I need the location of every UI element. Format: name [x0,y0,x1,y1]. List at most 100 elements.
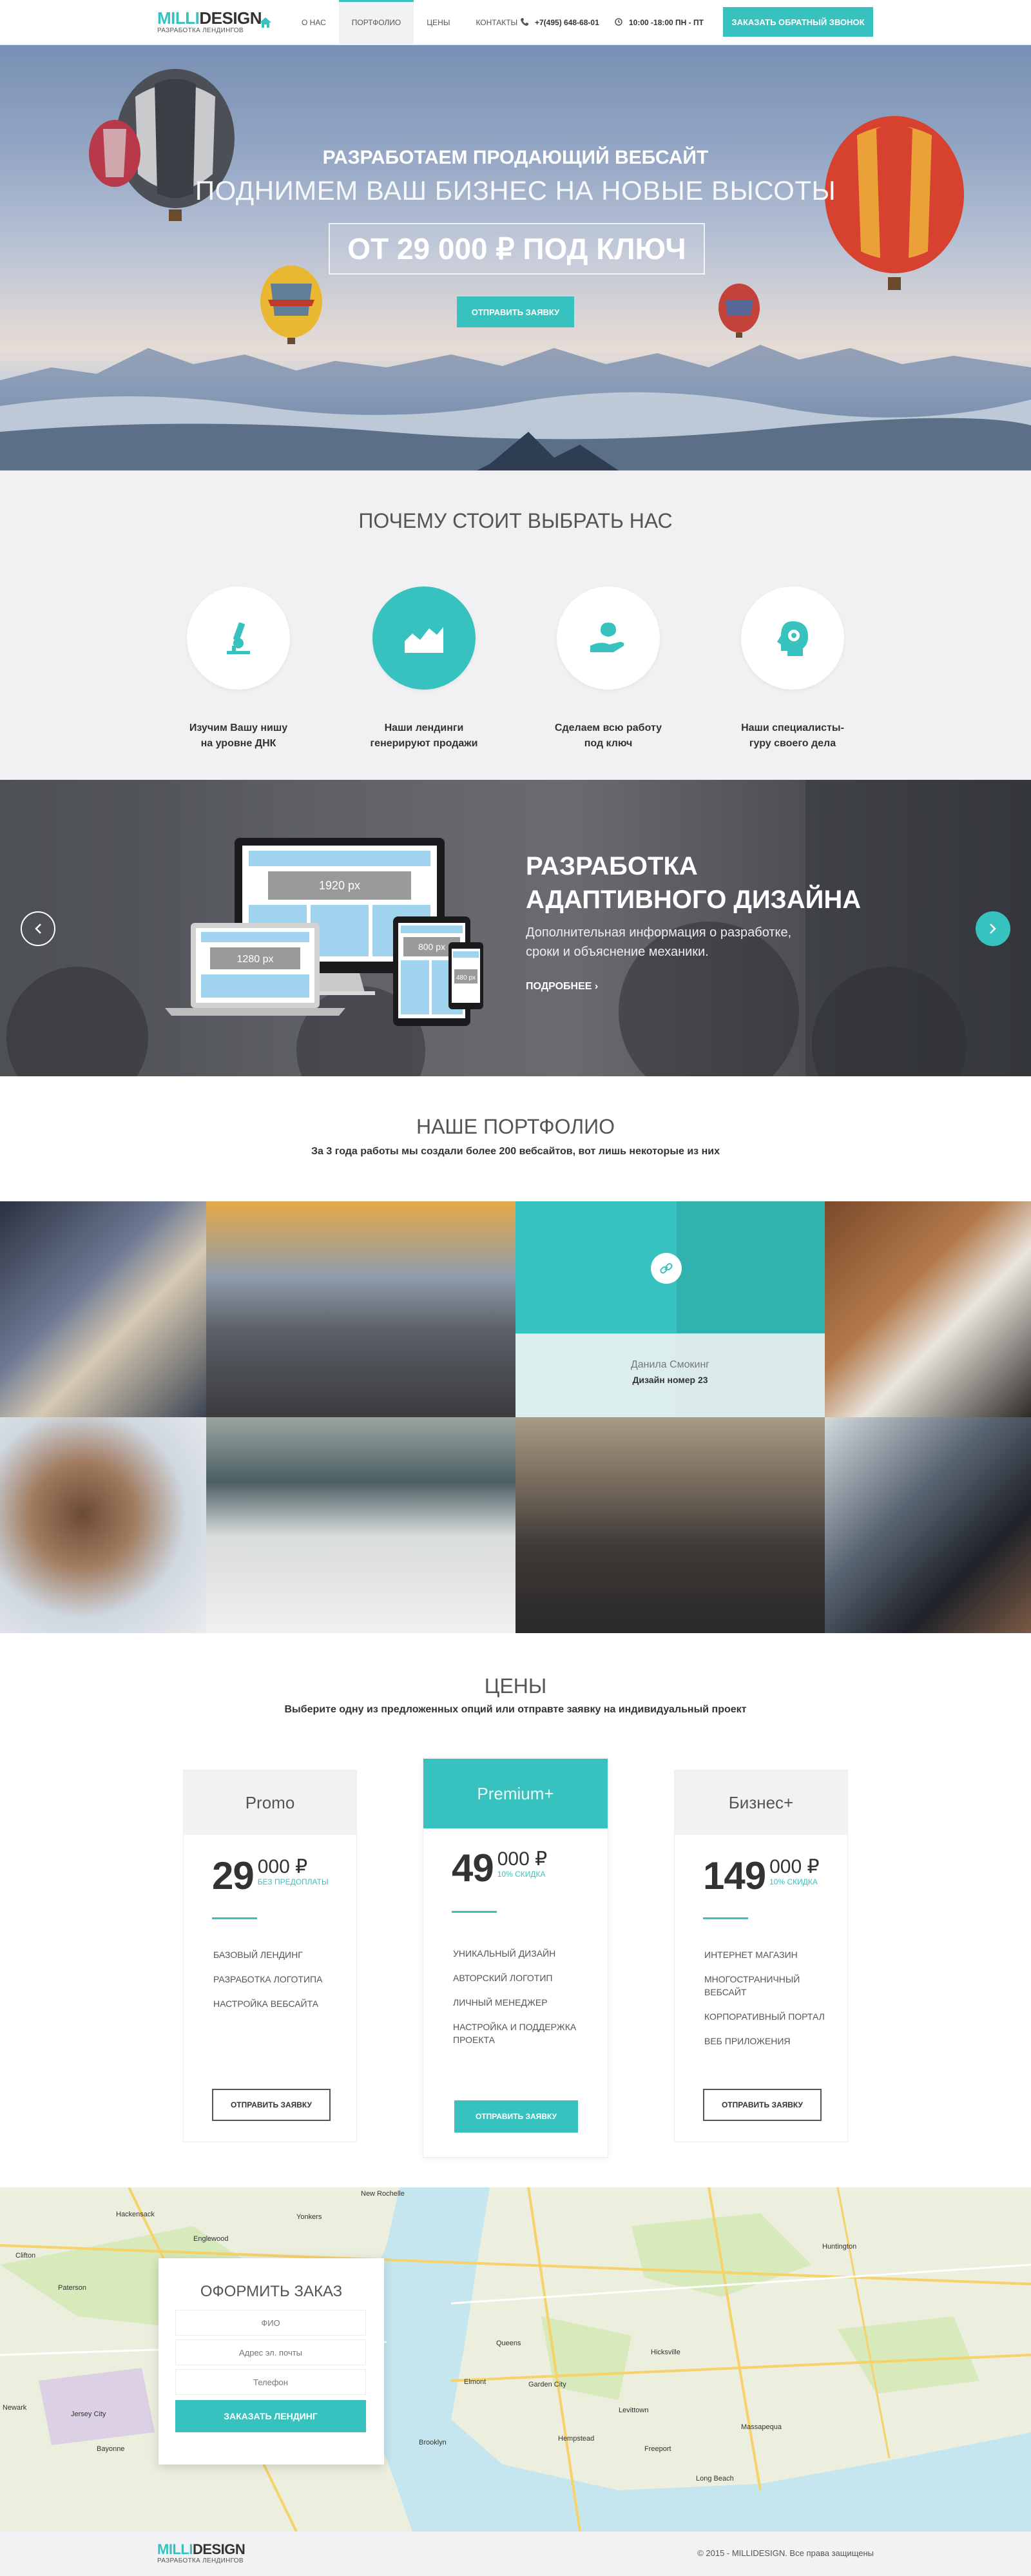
portfolio-tile[interactable] [206,1201,516,1417]
map-label: Long Beach [696,2475,734,2483]
pricing-subtitle: Выберите одну из предложенных опций или … [284,1704,747,1715]
price-thousands: 000 ₽ [257,1856,308,1877]
map-section[interactable]: New Rochelle Hackensack Clifton Englewoo… [0,2187,1031,2532]
feature-list: УНИКАЛЬНЫЙ ДИЗАЙН АВТОРСКИЙ ЛОГОТИП ЛИЧН… [453,1947,576,2058]
feature-list-item: ЛИЧНЫЙ МЕНЕДЖЕР [453,1997,548,2008]
price-divider [703,1917,748,1919]
slide-more-label: ПОДРОБНЕЕ [526,981,592,992]
price-thousands: 000 ₽ [497,1848,548,1870]
portfolio-tile[interactable] [206,1417,516,1633]
tile-caption-overlay: Данила Смокинг Дизайн номер 23 [516,1333,825,1417]
why-us-title: ПОЧЕМУ СТОИТ ВЫБРАТЬ НАС [358,509,673,532]
why-us-section: ПОЧЕМУ СТОИТ ВЫБРАТЬ НАС Изучим Вашу ниш… [0,470,1031,780]
slider-prev-button[interactable] [21,911,55,946]
copyright-text: © 2015 - MILLIDESIGN. Все права защищены [697,2548,874,2558]
logo[interactable]: MILLIDESIGN РАЗРАБОТКА ЛЕНДИНГОВ [157,9,262,34]
price-note: 10% СКИДКА [769,1877,818,1886]
callback-button[interactable]: ЗАКАЗАТЬ ОБРАТНЫЙ ЗВОНОК [723,7,873,37]
chevron-right-icon: › [594,981,599,992]
hero-submit-button[interactable]: ОТПРАВИТЬ ЗАЯВКУ [457,296,574,327]
map-label: Massapequa [741,2423,782,2431]
phone-contact[interactable]: +7(495) 648-68-01 [521,0,599,45]
work-hours: 10:00 -18:00 ПН - ПТ [615,0,704,45]
hero-price-box: ОТ 29 000 ₽ ПОД КЛЮЧ [329,223,705,275]
page: MILLIDESIGN РАЗРАБОТКА ЛЕНДИНГОВ О НАС П… [0,0,1031,2576]
card-title: Premium+ [423,1759,608,1828]
map-label: Queens [496,2339,521,2347]
price-card-premium: Premium+ 49 000 ₽10% СКИДКА УНИКАЛЬНЫЙ Д… [423,1758,608,2158]
microscope-icon [187,586,290,690]
phone-number: +7(495) 648-68-01 [535,18,599,27]
map-background [0,2187,1031,2532]
portfolio-tile[interactable] [825,1417,1031,1633]
nav-item-portfolio[interactable]: ПОРТФОЛИО [338,0,414,45]
card-price: 29 000 ₽ БЕЗ ПРЕДОПЛАТЫ [212,1857,329,1895]
feature-list-item: МНОГОСТРАНИЧНЫЙ ВЕБСАЙТ [704,1974,800,1997]
map-label: Yonkers [296,2213,322,2221]
feature-item: Наши лендинги генерируют продажи [353,586,495,751]
phone-icon [521,17,528,28]
price-note: 10% СКИДКА [497,1870,546,1879]
logo-part-b: DESIGN [199,8,262,28]
feature-list-item: БАЗОВЫЙ ЛЕНДИНГ [213,1950,303,1960]
chevron-left-icon [35,924,41,934]
main-nav: О НАС ПОРТФОЛИО ЦЕНЫ КОНТАКТЫ [258,0,530,45]
responsive-devices-illustration: 1920 px 1280 px 800 px 480 px [165,838,483,1026]
portfolio-title: НАШЕ ПОРТФОЛИО [416,1115,615,1138]
email-field[interactable] [175,2339,366,2365]
home-icon[interactable] [258,15,273,30]
slide-description: Дополнительная информация о разработке, … [526,925,792,959]
logo-tagline: РАЗРАБОТКА ЛЕНДИНГОВ [157,27,244,34]
map-label: Newark [3,2404,27,2412]
card-title: Бизнес+ [675,1770,847,1835]
portfolio-tile[interactable] [516,1417,825,1633]
feature-list-item: НАСТРОЙКА И ПОДДЕРЖКА ПРОЕКТА [453,2022,577,2045]
logo-part-b: DESIGN [192,2541,246,2557]
price-note: БЕЗ ПРЕДОПЛАТЫ [257,1877,329,1886]
feature-list-item: АВТОРСКИЙ ЛОГОТИП [453,1973,553,1983]
balloon-small-center [260,266,322,344]
slider-overlay [0,780,1031,1076]
price-card-promo: Promo 29 000 ₽ БЕЗ ПРЕДОПЛАТЫ БАЗОВЫЙ ЛЕН… [183,1770,357,2142]
head-gear-icon [741,586,844,690]
screen-size-label: 1280 px [237,954,274,965]
price-amount: 29 [212,1854,255,1897]
clock-icon [615,17,622,28]
card-submit-button[interactable]: ОТПРАВИТЬ ЗАЯВКУ [454,2100,578,2133]
card-submit-button[interactable]: ОТПРАВИТЬ ЗАЯВКУ [703,2089,822,2121]
portfolio-subtitle: За 3 года работы мы создали более 200 ве… [311,1146,720,1157]
feature-text: Сделаем всю работу под ключ [554,722,662,749]
portfolio-tile-hovered[interactable]: Данила Смокинг Дизайн номер 23 [516,1201,825,1417]
card-price: 49 000 ₽10% СКИДКА [452,1849,547,1888]
feature-list-item: ИНТЕРНЕТ МАГАЗИН [704,1950,798,1960]
price-thousands: 000 ₽ [769,1856,820,1877]
footer-logo[interactable]: MILLIDESIGN РАЗРАБОТКА ЛЕНДИНГОВ [157,2541,246,2565]
screen-size-label: 1920 px [319,879,360,892]
nav-item-about[interactable]: О НАС [289,0,339,45]
tile-author: Данила Смокинг [630,1359,710,1370]
hero-section: РАЗРАБОТАЕМ ПРОДАЮЩИЙ ВЕБСАЙТ ПОДНИМЕМ В… [0,45,1031,470]
card-submit-button[interactable]: ОТПРАВИТЬ ЗАЯВКУ [212,2089,331,2121]
feature-item: Сделаем всю работу под ключ [537,586,679,751]
nav-item-prices[interactable]: ЦЕНЫ [414,0,463,45]
portfolio-tile[interactable] [0,1417,206,1633]
phone-field[interactable] [175,2369,366,2395]
map-label: Hackensack [116,2211,155,2218]
logo-part-a: MILLI [157,8,200,28]
order-landing-button[interactable]: ЗАКАЗАТЬ ЛЕНДИНГ [175,2400,366,2432]
price-divider [452,1911,497,1913]
map-label: Freeport [644,2445,671,2453]
hero-subheadline: ПОДНИМЕМ ВАШ БИЗНЕС НА НОВЫЕ ВЫСОТЫ [195,175,836,206]
portfolio-tile[interactable] [825,1201,1031,1417]
slider-next-button[interactable] [976,911,1010,946]
price-amount: 149 [703,1854,766,1897]
pricing-title: ЦЕНЫ [484,1674,547,1698]
portfolio-tile[interactable] [0,1201,206,1417]
name-field[interactable] [175,2310,366,2336]
link-icon[interactable] [651,1253,682,1284]
feature-list-item: ВЕБ ПРИЛОЖЕНИЯ [704,2036,791,2046]
portfolio-header: НАШЕ ПОРТФОЛИО За 3 года работы мы созда… [0,1076,1031,1201]
map-label: Hempstead [558,2435,595,2443]
slide-more-link[interactable]: ПОДРОБНЕЕ › [526,981,598,993]
chart-icon [372,586,476,690]
